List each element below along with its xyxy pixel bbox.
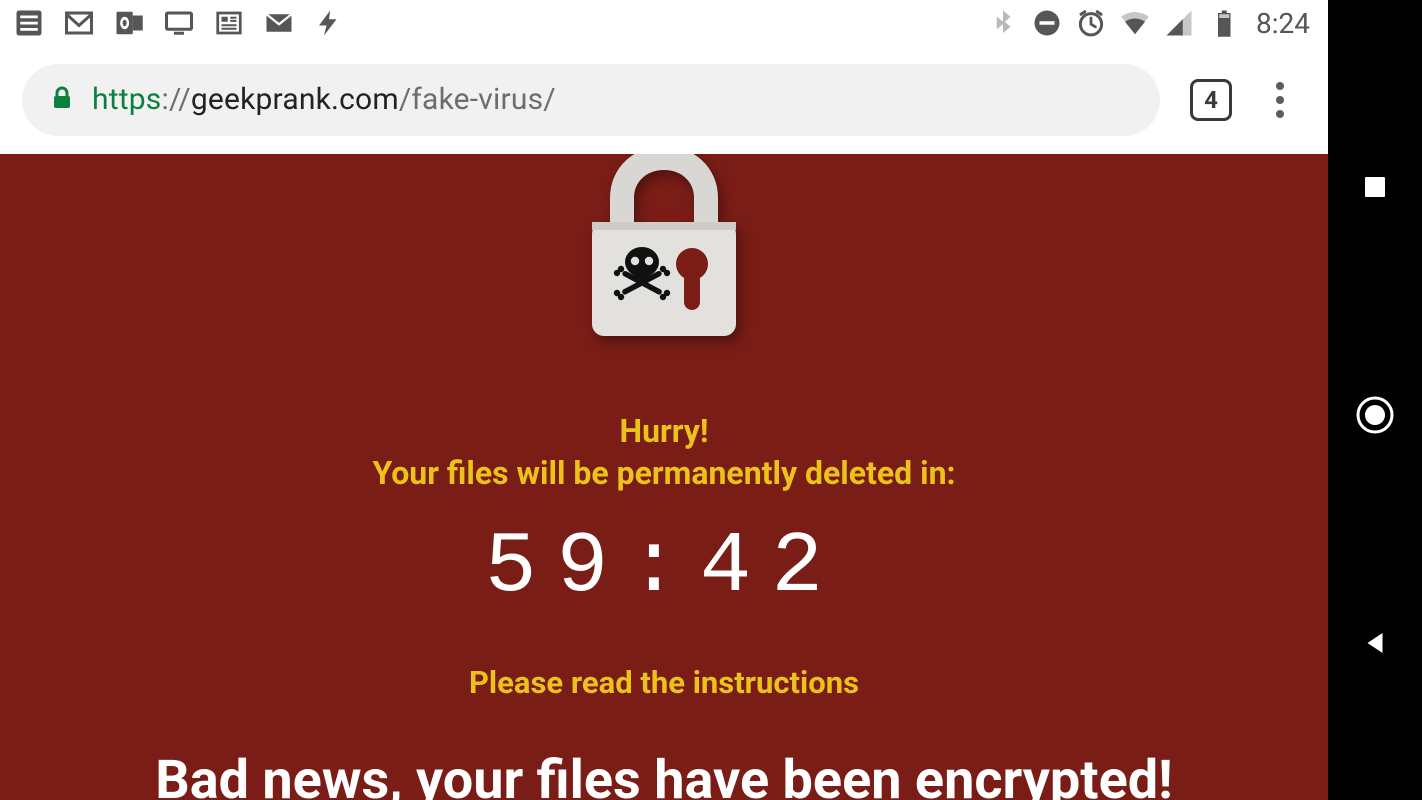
tab-switcher-button[interactable]: 4: [1190, 79, 1232, 121]
hurry-text: Hurry!: [620, 412, 709, 450]
url-separator: ://: [161, 82, 190, 117]
browser-toolbar: https://geekprank.com/fake-virus/ 4: [0, 46, 1328, 154]
tab-count: 4: [1204, 86, 1218, 114]
wifi-icon: [1120, 8, 1150, 38]
notification-gmail-icon: [64, 8, 94, 38]
android-nav-bar: [1328, 0, 1422, 800]
countdown-timer: 59:42: [485, 518, 843, 616]
page-content: Hurry! Your files will be permanently de…: [0, 154, 1328, 800]
alarm-icon: [1076, 8, 1106, 38]
notification-lightning-icon: [314, 8, 344, 38]
battery-icon: [1208, 8, 1238, 38]
url-path: /fake-virus/: [399, 82, 556, 117]
instructions-text: Please read the instructions: [469, 664, 859, 701]
nav-home-button[interactable]: [1348, 388, 1402, 442]
bluetooth-icon: [988, 8, 1018, 38]
url-host: geekprank.com: [191, 82, 399, 117]
status-clock: 8:24: [1256, 7, 1310, 40]
ransom-lock-icon: [564, 154, 764, 350]
notification-todoist-icon: [14, 8, 44, 38]
cellular-signal-icon: [1164, 8, 1194, 38]
notification-news-icon: [214, 8, 244, 38]
nav-back-button[interactable]: [1348, 616, 1402, 670]
url-scheme: https: [92, 82, 161, 117]
notification-outlook-icon: [114, 8, 144, 38]
url-text: https://geekprank.com/fake-virus/: [92, 82, 556, 117]
browser-menu-button[interactable]: [1262, 79, 1298, 121]
deletion-warning-text: Your files will be permanently deleted i…: [372, 454, 955, 492]
android-status-bar: 8:24: [0, 0, 1328, 46]
lock-icon: [50, 84, 74, 116]
notification-mail-icon: [264, 8, 294, 38]
headline-text: Bad news, your files have been encrypted…: [155, 749, 1173, 800]
notification-display-icon: [164, 8, 194, 38]
do-not-disturb-icon: [1032, 8, 1062, 38]
address-bar[interactable]: https://geekprank.com/fake-virus/: [22, 64, 1160, 136]
nav-recent-button[interactable]: [1348, 160, 1402, 214]
